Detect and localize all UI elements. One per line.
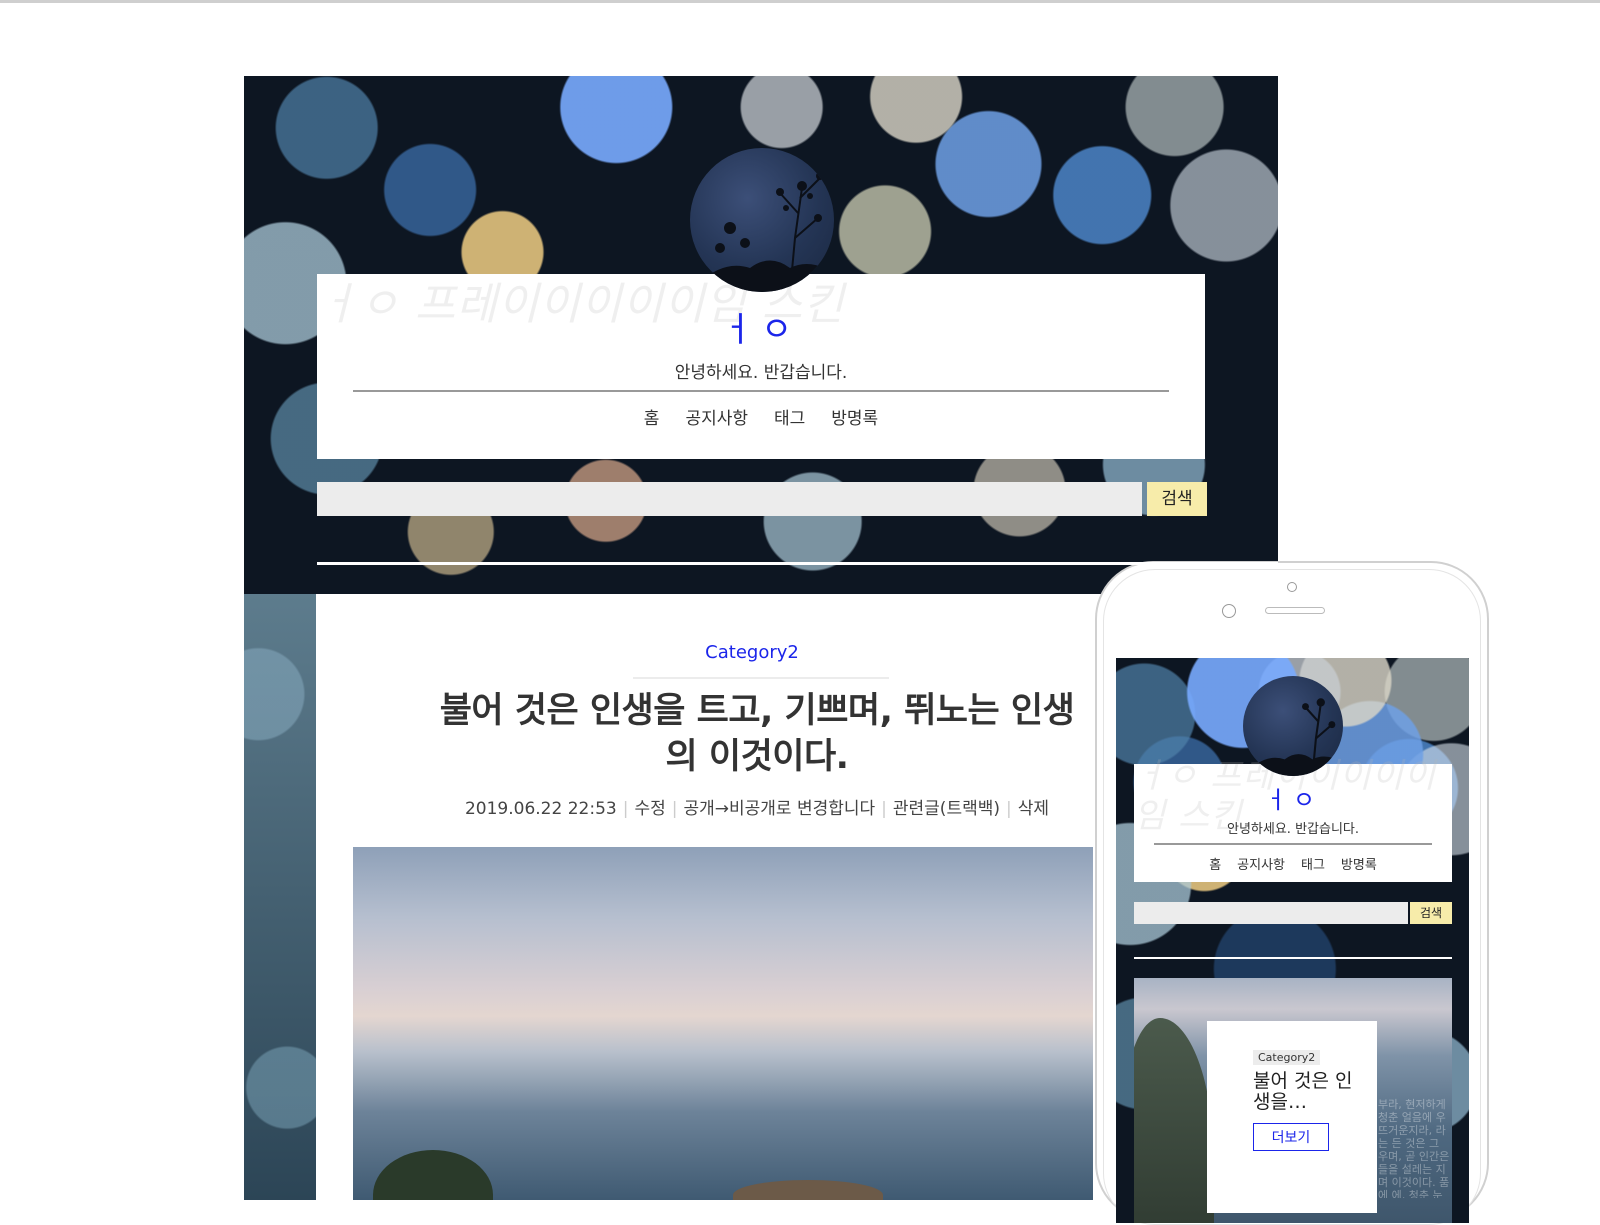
mobile-image-cliff: [1134, 1018, 1214, 1223]
mobile-nav-item-tag[interactable]: 태그: [1301, 854, 1325, 873]
mobile-blog-header-card: ㅓㅇ 프레이이이이이임 스킨 ㅓㅇ 안녕하세요. 반갑습니다. 홈 공지사항 태…: [1134, 756, 1452, 882]
search-bar: 검색: [317, 482, 1207, 516]
mobile-blog-title[interactable]: ㅓㅇ: [1134, 780, 1452, 815]
phone-speaker-icon: [1265, 607, 1325, 614]
category-underline: [633, 677, 889, 679]
blog-description: 안녕하세요. 반갑습니다.: [674, 363, 848, 383]
post-datetime: 2019.06.22 22:53: [464, 799, 617, 819]
post-edit-link[interactable]: 수정: [634, 799, 665, 819]
nav-item-notice[interactable]: 공지사항: [685, 404, 748, 429]
mobile-nav-item-home[interactable]: 홈: [1209, 854, 1221, 873]
mobile-post-title[interactable]: 불어 것은 인생을…: [1253, 1071, 1363, 1113]
mobile-section-divider: [1134, 957, 1452, 959]
profile-avatar[interactable]: [690, 148, 834, 292]
mobile-search-button[interactable]: 검색: [1410, 902, 1452, 924]
header-divider: [353, 390, 1169, 392]
nav-item-home[interactable]: 홈: [644, 404, 660, 429]
post-image: [353, 847, 1093, 1200]
mobile-search-bar: 검색: [1134, 902, 1452, 924]
mobile-avatar-branch-silhouette: [1243, 698, 1343, 776]
mobile-blog-description: 안녕하세요. 반갑습니다.: [1227, 822, 1359, 837]
search-button[interactable]: 검색: [1147, 482, 1207, 516]
blog-header-card: ㅓㅇ 프레이이이이이임 스킨 ㅓㅇ 안녕하세요. 반갑습니다. 홈 공지사항 태…: [317, 274, 1205, 459]
post-category[interactable]: Category2: [627, 642, 877, 663]
search-input[interactable]: [317, 482, 1142, 516]
post-title: 불어 것은 인생을 트고, 기쁘며, 뛰노는 인생의 이것이다.: [439, 691, 1075, 777]
mobile-main-nav: 홈 공지사항 태그 방명록: [1134, 854, 1452, 873]
phone-sensor-icon: [1287, 582, 1297, 592]
nav-item-guestbook[interactable]: 방명록: [831, 404, 878, 429]
mobile-post-category[interactable]: Category2: [1253, 1050, 1321, 1065]
mobile-profile-avatar[interactable]: [1243, 676, 1343, 776]
mobile-search-input[interactable]: [1134, 902, 1408, 924]
image-hill: [373, 1150, 493, 1200]
phone-camera-icon: [1222, 604, 1236, 618]
avatar-branch-silhouette: [690, 172, 834, 292]
image-rocks: [733, 1180, 883, 1200]
post-delete-link[interactable]: 삭제: [1018, 799, 1049, 819]
header-bokeh-background: ㅓㅇ 프레이이이이이임 스킨 ㅓㅇ 안녕하세요. 반갑습니다. 홈 공지사항 태…: [244, 76, 1278, 594]
mobile-screen: ㅓㅇ 프레이이이이이임 스킨 ㅓㅇ 안녕하세요. 반갑습니다. 홈 공지사항 태…: [1116, 658, 1469, 1223]
main-nav: 홈 공지사항 태그 방명록: [317, 404, 1205, 429]
section-divider: [317, 562, 1278, 565]
nav-item-tag[interactable]: 태그: [774, 404, 805, 429]
top-border: [0, 0, 1600, 3]
mobile-post-background-text: 부라, 현저하게 청춘 얼음에 우 뜨거운지라, 라는 든 것은 그 우며, 곧…: [1378, 1098, 1450, 1198]
mobile-nav-item-guestbook[interactable]: 방명록: [1341, 854, 1377, 873]
mobile-post-card: Category2 불어 것은 인생을… 더보기: [1207, 1021, 1377, 1213]
mobile-post-thumbnail: 부라, 현저하게 청춘 얼음에 우 뜨거운지라, 라는 든 것은 그 우며, 곧…: [1134, 978, 1452, 1223]
more-button[interactable]: 더보기: [1253, 1123, 1329, 1151]
blog-title[interactable]: ㅓㅇ: [317, 302, 1205, 351]
mobile-preview-frame: ㅓㅇ 프레이이이이이임 스킨 ㅓㅇ 안녕하세요. 반갑습니다. 홈 공지사항 태…: [1095, 561, 1489, 1225]
post-trackback-link[interactable]: 관련글(트랙백): [893, 799, 1000, 819]
post-visibility-link[interactable]: 공개→비공개로 변경합니다: [683, 799, 875, 819]
post-meta: 2019.06.22 22:53 | 수정 | 공개→비공개로 변경합니다 | 관련글(트랙…: [464, 799, 1050, 819]
mobile-header-divider: [1154, 843, 1432, 845]
mobile-nav-item-notice[interactable]: 공지사항: [1237, 854, 1285, 873]
